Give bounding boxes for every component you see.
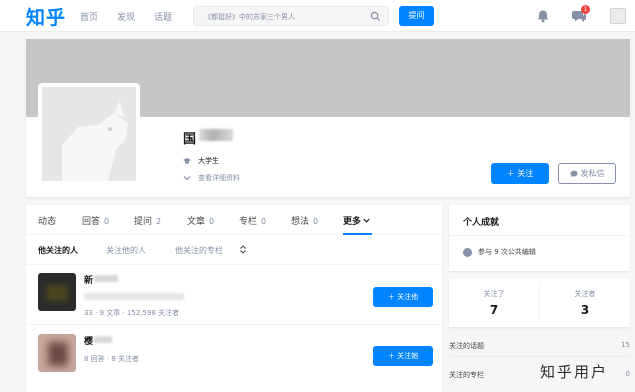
achievements-title: 个人成就: [463, 218, 500, 228]
main-content-card: 动态 回答 0 提问 2 文章 0 专栏 0 想法 0 更多 他关注的人 关注他的人 他关…: [26, 205, 442, 392]
tab-label: 回答: [82, 217, 101, 227]
user-avatar[interactable]: [610, 8, 626, 24]
list-item: 樱 8 回答 · 8 关注者 ＋ 关注她: [26, 326, 442, 386]
search-icon[interactable]: [370, 11, 381, 22]
divider: [449, 356, 630, 357]
education-text: 大学生: [198, 157, 219, 165]
following-count: 7: [489, 303, 499, 317]
pencil-icon: [463, 247, 472, 257]
profile-name: 国: [183, 132, 197, 147]
follow-label: 关注: [517, 169, 534, 178]
list-item: 新 33 · 9 文章 · 152,598 关注者 ＋ 关注他: [26, 265, 442, 325]
headline-redacted: [84, 293, 184, 300]
followers-label: 关注者: [574, 290, 596, 298]
tab-label: 动态: [38, 217, 57, 227]
tab-answers[interactable]: 回答 0: [82, 214, 109, 227]
public-edit-row: 参与 9 次公共编辑: [463, 247, 536, 257]
follow-her-label: 关注她: [397, 352, 419, 360]
following-stat[interactable]: 关注了 7: [449, 279, 539, 329]
tab-activity[interactable]: 动态: [38, 214, 56, 227]
topics-count: 15: [621, 341, 630, 349]
profile-name-redacted: [199, 129, 233, 141]
person-avatar[interactable]: [38, 273, 76, 311]
profile-tabs: 动态 回答 0 提问 2 文章 0 专栏 0 想法 0 更多: [26, 205, 442, 235]
tab-label: 专栏: [239, 217, 258, 227]
tab-questions[interactable]: 提问 2: [134, 214, 161, 227]
tab-articles[interactable]: 文章 0: [187, 214, 214, 227]
following-label: 关注了: [483, 290, 505, 298]
subtab-following-columns[interactable]: 他关注的专栏: [175, 245, 223, 256]
achievements-card: 个人成就 参与 9 次公共编辑: [449, 205, 630, 271]
view-details-link[interactable]: 查看详细资料: [183, 173, 240, 183]
private-message-button[interactable]: 发私信: [558, 163, 616, 184]
tab-thoughts[interactable]: 想法 0: [291, 214, 318, 227]
watermark: 知乎用户: [540, 363, 609, 381]
pm-label: 发私信: [580, 169, 605, 178]
nav-discover[interactable]: 发现: [117, 10, 135, 23]
search-input[interactable]: 《都挺好》中的苏家三个男人: [193, 6, 389, 26]
person-stats: 8 回答 · 8 关注者: [84, 355, 140, 363]
follow-him-button[interactable]: ＋ 关注他: [373, 287, 433, 307]
subtab-followers[interactable]: 关注他的人: [106, 245, 146, 256]
subtab-following[interactable]: 他关注的人: [38, 245, 78, 256]
tab-label: 文章: [187, 217, 206, 227]
chevron-down-icon: [183, 176, 191, 181]
name-redacted: [94, 275, 118, 282]
follow-subtabs: 他关注的人 关注他的人 他关注的专栏: [26, 235, 442, 265]
public-edit-text: 参与 9 次公共编辑: [478, 248, 536, 256]
tab-count: 0: [104, 217, 110, 226]
chevron-down-icon: [363, 218, 370, 223]
chat-bubble-icon: [570, 170, 577, 177]
nav-home[interactable]: 首页: [80, 10, 98, 23]
tab-more[interactable]: 更多: [343, 214, 370, 227]
person-name[interactable]: 樱: [84, 334, 93, 347]
tab-label: 更多: [343, 217, 362, 227]
nav-topics[interactable]: 话题: [154, 10, 172, 23]
follow-button[interactable]: ＋ 关注: [491, 163, 549, 184]
default-avatar-icon: [42, 87, 136, 181]
follow-stats-card: 关注了 7 关注者 3: [449, 279, 630, 327]
plus-icon: ＋: [387, 293, 398, 301]
follow-her-button[interactable]: ＋ 关注她: [373, 346, 433, 366]
search-placeholder: 《都挺好》中的苏家三个男人: [204, 13, 295, 21]
bell-icon[interactable]: [536, 9, 550, 23]
person-avatar[interactable]: [38, 334, 76, 372]
cap-icon: [183, 158, 191, 164]
tab-count: 0: [261, 217, 267, 226]
sort-icon[interactable]: [240, 245, 246, 254]
plus-icon: ＋: [387, 352, 398, 360]
topics-label: 关注的话题: [449, 342, 484, 350]
columns-count: 0: [625, 370, 630, 378]
tab-columns[interactable]: 专栏 0: [239, 214, 266, 227]
profile-avatar: [38, 83, 140, 185]
view-details-text: 查看详细资料: [198, 174, 240, 182]
notification-badge: 1: [581, 5, 590, 14]
tab-count: 0: [209, 217, 215, 226]
tab-count: 0: [313, 217, 319, 226]
tab-count: 2: [156, 217, 162, 226]
person-stats: 33 · 9 文章 · 152,598 关注者: [84, 309, 180, 317]
divider: [449, 235, 630, 236]
follow-him-label: 关注他: [397, 293, 419, 301]
name-redacted: [94, 336, 112, 343]
tab-label: 提问: [134, 217, 153, 227]
zhihu-logo[interactable]: 知乎: [26, 3, 66, 30]
followed-topics-link[interactable]: 关注的话题 15: [449, 341, 630, 351]
followers-count: 3: [580, 303, 590, 317]
person-name[interactable]: 新: [84, 273, 93, 286]
ask-question-button[interactable]: 提问: [399, 6, 434, 26]
followers-stat[interactable]: 关注者 3: [540, 279, 630, 329]
info-education: 大学生: [183, 156, 219, 166]
tab-label: 想法: [291, 217, 310, 227]
plus-icon: ＋: [506, 169, 518, 178]
top-navbar: 知乎 首页 发现 话题 《都挺好》中的苏家三个男人 提问 1: [0, 0, 635, 32]
columns-label: 关注的专栏: [449, 371, 484, 379]
